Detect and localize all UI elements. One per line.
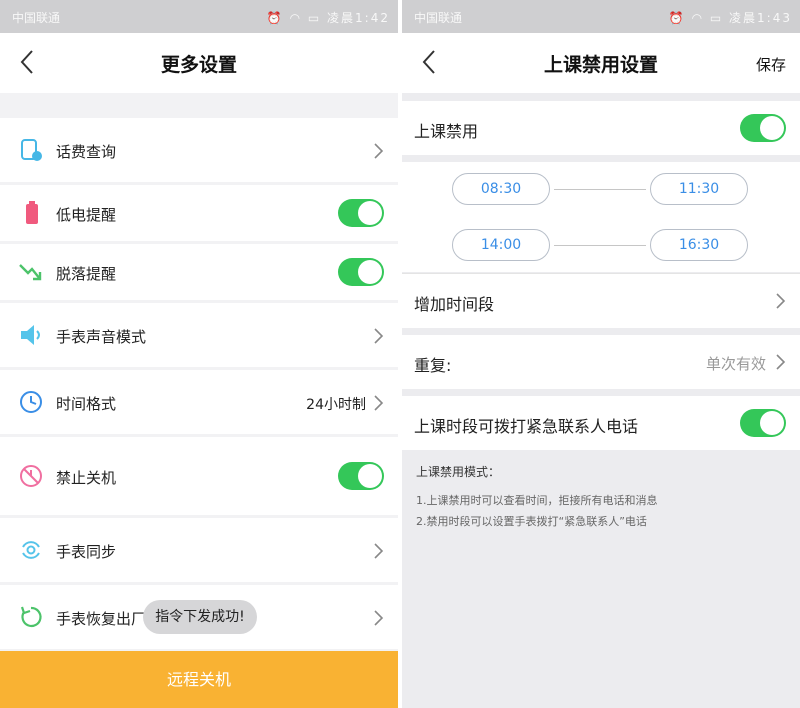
notes-line-1: 1.上课禁用时可以查看时间，拒接所有电话和消息	[416, 494, 658, 507]
class-disable-row: 上课禁用	[402, 101, 800, 155]
period-separator	[554, 245, 646, 246]
item-label: 时间格式	[56, 395, 117, 413]
clock-icon	[20, 391, 42, 413]
settings-item-time-format[interactable]: 时间格式 24小时制	[0, 370, 398, 434]
period-end-time[interactable]: 11:30	[650, 173, 748, 205]
toggle-knob	[358, 260, 382, 284]
status-bar: 中国联通 ⏰ ◠ ▭ 凌晨1:43	[402, 0, 800, 33]
toggle-knob	[358, 464, 382, 488]
settings-item-watch-sync[interactable]: 手表同步	[0, 518, 398, 582]
save-button[interactable]: 保存	[756, 54, 786, 75]
carrier-label: 中国联通	[414, 11, 463, 25]
watch-phone-icon	[21, 139, 42, 161]
status-time: 凌晨1:42	[327, 11, 390, 25]
item-label: 手表同步	[56, 543, 117, 561]
battery-icon: ▭	[307, 11, 322, 25]
class-disable-label: 上课禁用	[414, 122, 479, 141]
page-title: 上课禁用设置	[543, 54, 658, 76]
chevron-right-icon	[374, 610, 384, 626]
add-period-label: 增加时间段	[414, 295, 495, 314]
period-end-time[interactable]: 16:30	[650, 229, 748, 261]
low-battery-icon	[26, 201, 38, 224]
time-period-row: 14:00 16:30	[402, 218, 800, 272]
class-disable-toggle[interactable]	[740, 114, 786, 142]
battery-icon: ▭	[709, 11, 724, 25]
repeat-label: 重复:	[414, 356, 452, 375]
chevron-right-icon	[374, 395, 384, 411]
settings-item-fall-off: 脱落提醒	[0, 244, 398, 300]
class-disable-screen: 中国联通 ⏰ ◠ ▭ 凌晨1:43 上课禁用设置 保存 上课禁用 08:30 1…	[402, 0, 800, 708]
time-format-value: 24小时制	[306, 397, 366, 413]
period-start-time[interactable]: 14:00	[452, 229, 550, 261]
reset-icon	[20, 606, 42, 628]
prevent-shutdown-toggle[interactable]	[338, 462, 384, 490]
alarm-icon: ⏰	[266, 11, 284, 25]
period-start-time[interactable]: 08:30	[452, 173, 550, 205]
toast-message: 指令下发成功!	[143, 600, 257, 634]
power-off-disabled-icon	[20, 465, 42, 487]
notes-line-2: 2.禁用时段可以设置手表拨打“紧急联系人”电话	[416, 515, 647, 528]
remote-shutdown-button[interactable]: 远程关机	[0, 651, 398, 708]
wifi-icon: ◠	[289, 11, 303, 25]
trend-down-icon	[19, 264, 42, 281]
nav-bar: 上课禁用设置 保存	[402, 33, 800, 93]
emergency-call-label: 上课时段可拨打紧急联系人电话	[414, 417, 639, 436]
emergency-call-row: 上课时段可拨打紧急联系人电话	[402, 396, 800, 450]
settings-item-balance-query[interactable]: 话费查询	[0, 118, 398, 182]
status-icons: ⏰ ◠ ▭ 凌晨1:42	[267, 9, 390, 26]
status-bar: 中国联通 ⏰ ◠ ▭ 凌晨1:42	[0, 0, 398, 33]
item-label: 话费查询	[56, 143, 117, 161]
nav-bar: 更多设置	[0, 33, 398, 93]
toggle-knob	[760, 116, 784, 140]
time-period-row: 08:30 11:30	[402, 162, 800, 218]
chevron-right-icon	[776, 354, 786, 370]
repeat-value: 单次有效	[705, 355, 766, 373]
chevron-right-icon	[374, 143, 384, 159]
settings-item-sound-mode[interactable]: 手表声音模式	[0, 303, 398, 367]
fall-off-toggle[interactable]	[338, 258, 384, 286]
status-time: 凌晨1:43	[729, 11, 792, 25]
item-label: 禁止关机	[56, 469, 117, 487]
chevron-right-icon	[374, 328, 384, 344]
carrier-label: 中国联通	[12, 11, 61, 25]
toggle-knob	[358, 201, 382, 225]
add-period-row[interactable]: 增加时间段	[402, 273, 800, 328]
chevron-right-icon	[776, 293, 786, 309]
speaker-icon	[21, 325, 40, 345]
wifi-icon: ◠	[691, 11, 705, 25]
status-icons: ⏰ ◠ ▭ 凌晨1:43	[669, 9, 792, 26]
alarm-icon: ⏰	[668, 11, 686, 25]
low-battery-toggle[interactable]	[338, 199, 384, 227]
notes-title: 上课禁用模式：	[416, 465, 501, 479]
more-settings-screen: 中国联通 ⏰ ◠ ▭ 凌晨1:42 更多设置 话费查询 低电提醒 脱落提醒 手表…	[0, 0, 398, 708]
period-separator	[554, 189, 646, 190]
settings-item-prevent-shutdown: 禁止关机	[0, 437, 398, 515]
repeat-row[interactable]: 重复: 单次有效	[402, 335, 800, 389]
page-title: 更多设置	[160, 54, 237, 76]
item-label: 脱落提醒	[56, 265, 117, 283]
item-label: 手表恢复出厂	[56, 610, 147, 628]
item-label: 手表声音模式	[56, 328, 147, 346]
emergency-call-toggle[interactable]	[740, 409, 786, 437]
item-label: 低电提醒	[56, 206, 117, 224]
toggle-knob	[760, 411, 784, 435]
chevron-right-icon	[374, 543, 384, 559]
sync-icon	[22, 541, 40, 559]
settings-item-low-battery: 低电提醒	[0, 185, 398, 241]
